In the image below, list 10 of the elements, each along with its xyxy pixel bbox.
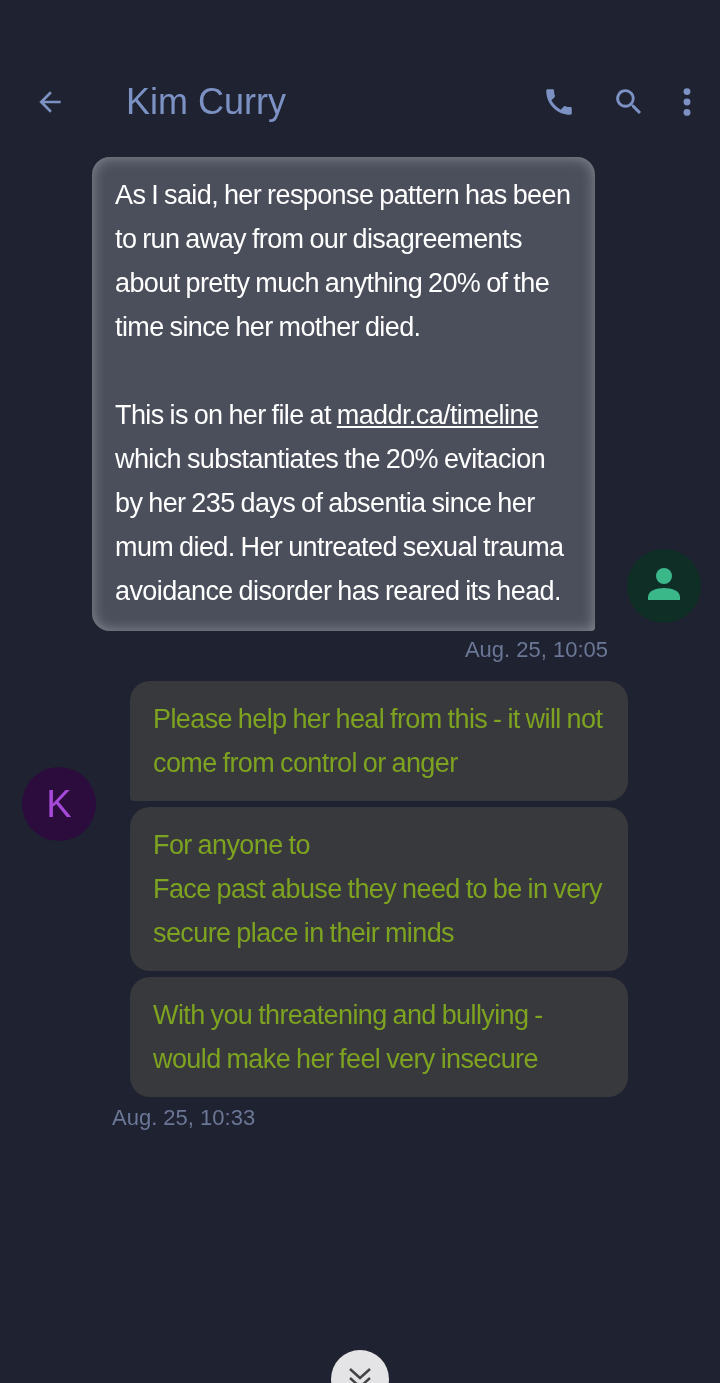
message-timestamp: Aug. 25, 10:05 bbox=[463, 637, 609, 663]
user-avatar-icon bbox=[627, 549, 701, 623]
contact-name: Kim Curry bbox=[126, 81, 287, 123]
more-options-icon[interactable] bbox=[682, 87, 692, 117]
received-message-bubble[interactable]: With you threatening and bullying - would make her feel very insecure bbox=[130, 977, 628, 1097]
sent-message-bubble[interactable]: As I said, her response pattern has been to run away from our disagreements about pretty much anything 20% of the time since her mother died. This is on her file at maddr.ca/timeline which substantiates the 20% evitacion by her 235 days of absentia since her mum died. Her untreated sexual trauma avoidance disorder has reared its head. bbox=[92, 157, 595, 631]
received-message-bubble[interactable]: Please help her heal from this - it will not come from control or anger bbox=[130, 681, 628, 801]
contact-avatar: K bbox=[22, 767, 96, 841]
message-timestamp: Aug. 25, 10:33 bbox=[111, 1105, 257, 1131]
received-message-bubble[interactable]: For anyone to Face past abuse they need to be in very secure place in their minds bbox=[130, 807, 628, 971]
